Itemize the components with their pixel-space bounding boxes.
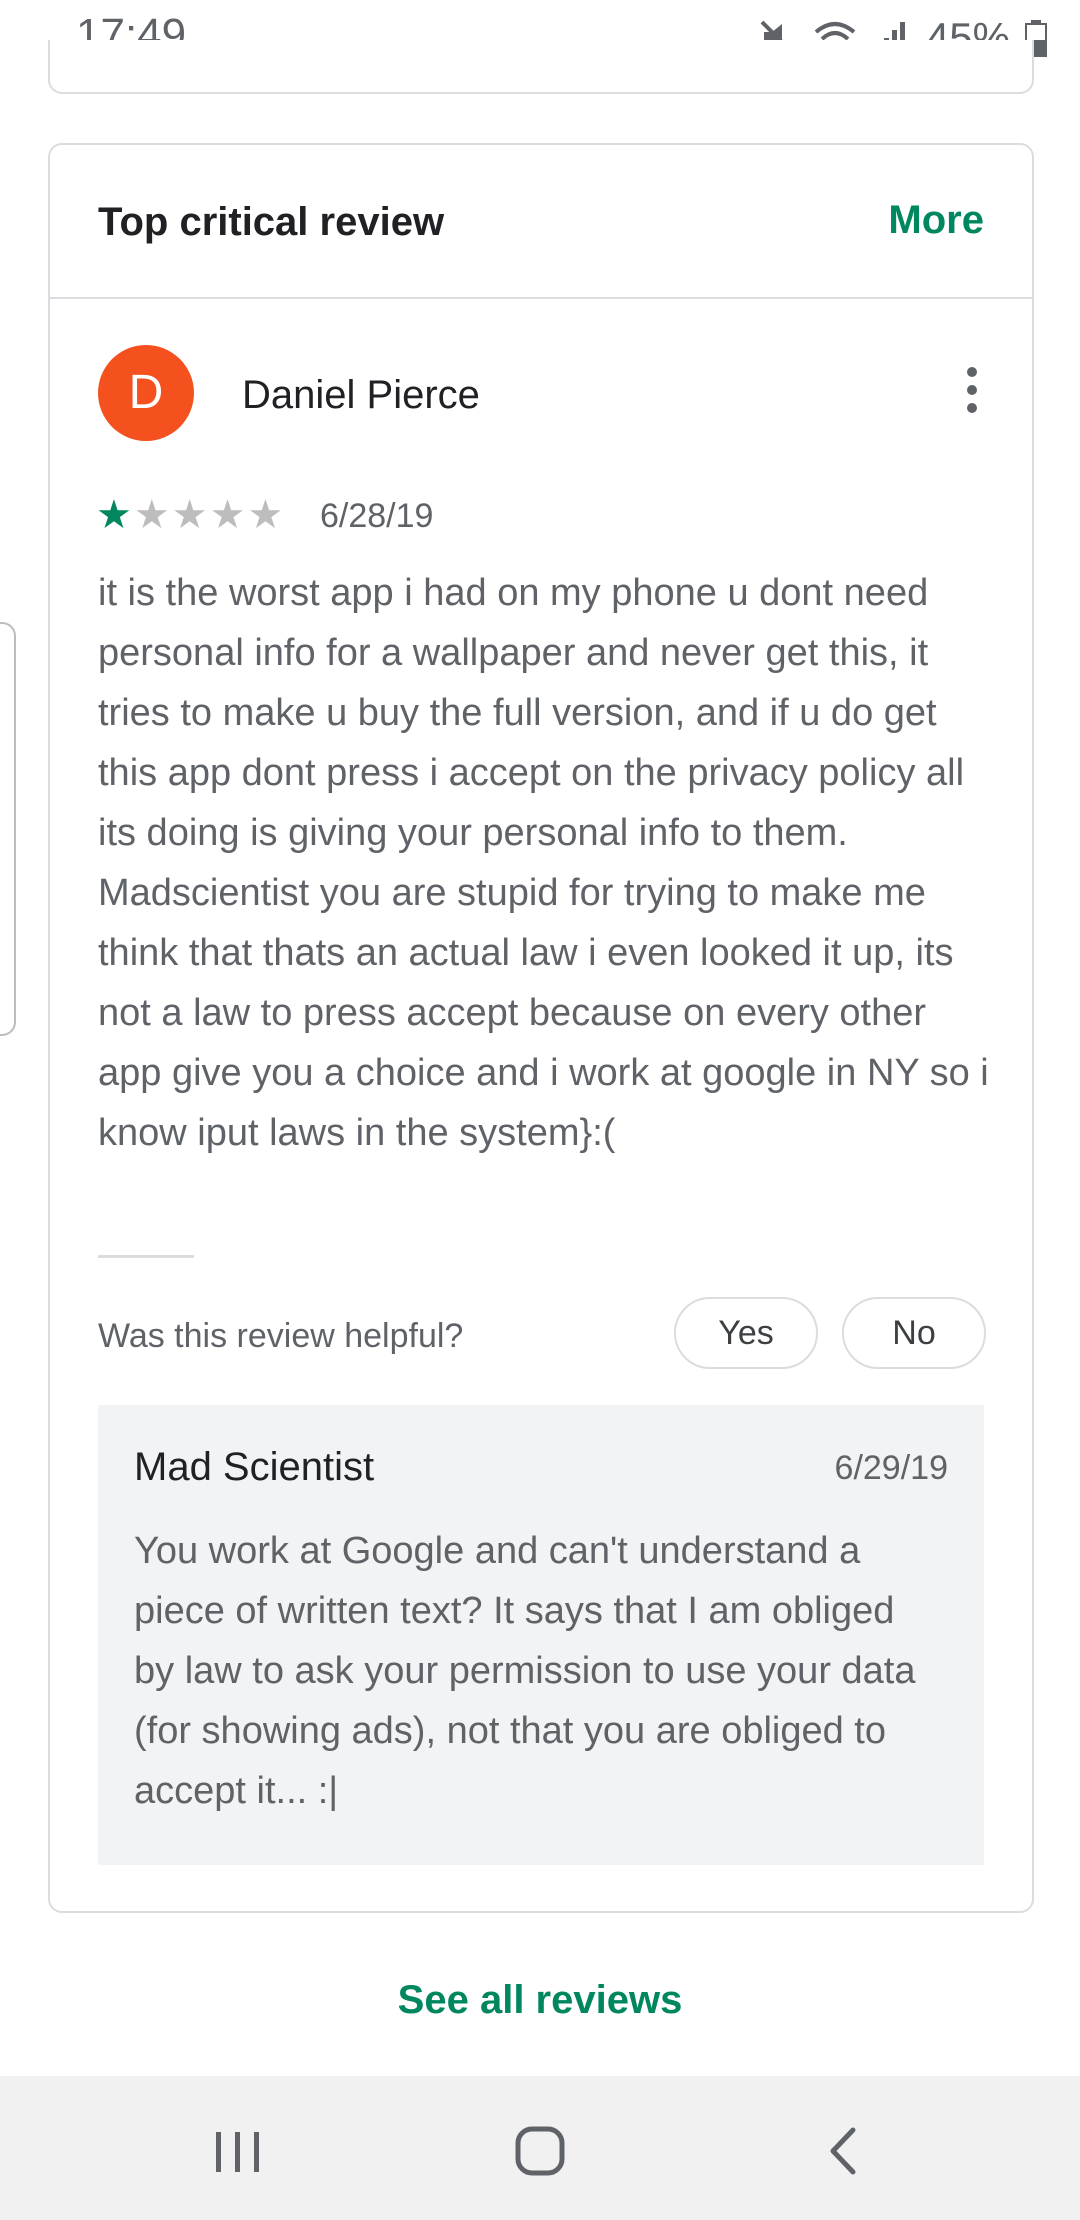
top-critical-review-card: Top critical review More D Daniel Pierce… (48, 143, 1034, 1913)
edge-panel-handle[interactable] (0, 622, 16, 1036)
card-title: Top critical review (98, 200, 445, 244)
home-icon[interactable] (500, 2116, 580, 2186)
back-icon[interactable] (805, 2116, 885, 2186)
star-empty-icon: ★ (247, 493, 284, 537)
recents-icon[interactable] (198, 2116, 278, 2186)
review-text: it is the worst app i had on my phone u … (98, 572, 989, 1154)
developer-reply: Mad Scientist 6/29/19 You work at Google… (98, 1405, 984, 1865)
previous-card-edge (48, 40, 1034, 94)
review-date: 6/28/19 (320, 497, 434, 535)
star-empty-icon: ★ (209, 493, 246, 537)
navigation-bar (0, 2076, 1080, 2220)
star-empty-icon: ★ (133, 493, 170, 537)
more-options-icon[interactable] (960, 367, 984, 419)
helpful-question: Was this review helpful? (98, 1317, 464, 1355)
more-link[interactable]: More (888, 198, 984, 243)
reviewer-name: Daniel Pierce (242, 373, 480, 417)
reply-text: You work at Google and can't understand … (134, 1530, 916, 1812)
helpful-no-button[interactable]: No (842, 1297, 986, 1369)
avatar: D (98, 345, 194, 441)
divider (98, 1255, 194, 1258)
reply-date: 6/29/19 (834, 1449, 948, 1487)
helpful-yes-button[interactable]: Yes (674, 1297, 818, 1369)
star-filled-icon: ★ (96, 493, 132, 537)
card-header: Top critical review More (50, 145, 1032, 299)
star-rating: ★ ★ ★ ★ ★ (96, 495, 283, 535)
reply-author: Mad Scientist (134, 1445, 375, 1489)
star-empty-icon: ★ (171, 493, 208, 537)
see-all-reviews-link[interactable]: See all reviews (0, 1978, 1080, 2023)
